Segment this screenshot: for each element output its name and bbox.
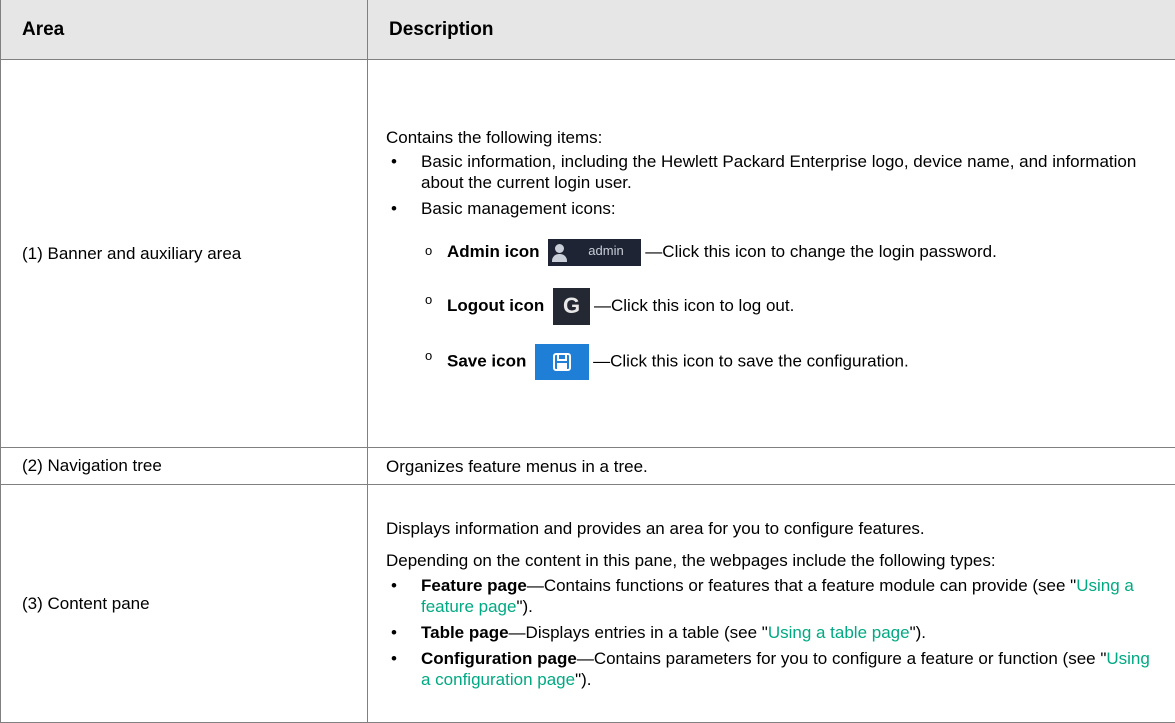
table-page-link[interactable]: Using a table page <box>768 623 910 642</box>
bullet-text-end: "). <box>516 596 533 616</box>
description-cell: Organizes feature menus in a tree. <box>367 447 1175 485</box>
bullet-text: —Displays entries in a table (see " <box>508 622 768 642</box>
description-cell: Contains the following items: • Basic in… <box>367 59 1175 448</box>
circle-bullet-icon: o <box>425 243 433 258</box>
circle-bullet-icon: o <box>425 292 433 307</box>
bullet-text-end: "). <box>909 622 927 642</box>
bullet-item: • Feature page—Contains functions or fea… <box>386 575 1163 617</box>
bullet-text: —Contains parameters for you to configur… <box>576 648 1107 668</box>
bullet-text: —Contains functions or features that a f… <box>526 575 1077 595</box>
circle-bullet-icon: o <box>425 348 433 363</box>
bullet-icon: • <box>391 199 397 218</box>
save-icon <box>535 344 590 380</box>
area-cell: (2) Navigation tree <box>0 447 368 485</box>
bullet-icon: • <box>391 648 397 668</box>
admin-icon: admin <box>548 239 642 266</box>
bullet-icon: • <box>391 622 397 642</box>
bullet-item: • Basic information, including the Hewle… <box>386 151 1163 193</box>
sub-item-label: Admin icon <box>447 241 540 261</box>
intro-text: Contains the following items: <box>386 128 603 147</box>
bullet-icon: • <box>391 152 397 171</box>
sub-item-save: o Save icon —Click this icon to save the… <box>386 344 1163 380</box>
bullet-text: Basic management icons: <box>421 199 616 218</box>
paragraph: Depending on the content in this pane, t… <box>386 550 996 570</box>
table-row: (3) Content pane Displays information an… <box>0 484 1175 723</box>
sub-item-logout: o Logout icon G —Click this icon to log … <box>386 288 1163 325</box>
table-header-row: Area Description <box>0 0 1175 60</box>
sub-item-text: —Click this icon to save the configurati… <box>593 351 909 371</box>
sub-item-label: Logout icon <box>447 295 545 315</box>
bullet-text: Basic information, including the Hewlett… <box>421 152 1137 192</box>
bullet-label: Configuration page <box>421 648 577 668</box>
bullet-item: • Basic management icons: <box>386 198 1163 219</box>
description-cell: Displays information and provides an are… <box>367 484 1175 723</box>
logout-icon: G <box>553 288 590 325</box>
header-description: Description <box>367 0 1175 60</box>
bullet-icon: • <box>391 575 397 595</box>
sub-item-admin: o Admin icon admin —Click this icon to c… <box>386 239 1163 266</box>
header-area: Area <box>0 0 368 60</box>
bullet-item: • Table page—Displays entries in a table… <box>386 622 1163 643</box>
sub-item-label: Save icon <box>447 351 527 371</box>
bullet-label: Feature page <box>421 575 527 595</box>
sub-item-text: —Click this icon to change the login pas… <box>645 241 997 261</box>
admin-icon-text: admin <box>588 243 624 258</box>
table-row: (2) Navigation tree Organizes feature me… <box>0 447 1175 485</box>
area-cell: (3) Content pane <box>0 484 368 723</box>
table-row: (1) Banner and auxiliary area Contains t… <box>0 59 1175 448</box>
area-cell: (1) Banner and auxiliary area <box>0 59 368 448</box>
description-table: Area Description (1) Banner and auxiliar… <box>0 0 1175 723</box>
bullet-text-end: "). <box>575 669 592 689</box>
bullet-label: Table page <box>421 622 509 642</box>
sub-item-text: —Click this icon to log out. <box>594 295 795 315</box>
bullet-item: • Configuration page—Contains parameters… <box>386 648 1163 690</box>
paragraph: Displays information and provides an are… <box>386 518 925 538</box>
